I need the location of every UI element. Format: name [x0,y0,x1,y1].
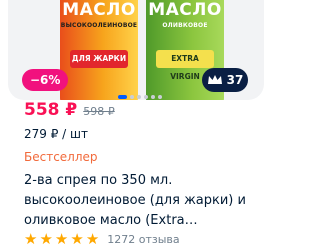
product-can-left: МАСЛО ВЫСОКООЛЕИНОВОЕ ДЛЯ ЖАРКИ [60,0,138,100]
crown-icon [207,75,222,84]
price-row: 558 ₽ 598 ₽ [24,100,115,120]
star-icon: ★ [85,230,100,248]
can-left-main-label: МАСЛО [62,0,136,20]
can-right-tag: EXTRA VIRGIN [156,50,214,81]
pagination-dot[interactable] [158,95,162,99]
star-icon: ★ [39,230,53,248]
crown-badge[interactable]: 37 [202,68,248,92]
product-title[interactable]: 2-ва спрея по 350 мл. высокоолеиновое (д… [24,171,260,231]
unit-price: 279 ₽ / шт [24,127,88,141]
star-icon: ★ [54,230,69,248]
can-right-main-label: МАСЛО [148,0,222,20]
current-price: 558 ₽ [24,100,78,120]
pagination-dot[interactable] [144,95,148,99]
pagination-dot[interactable] [118,95,127,99]
can-left-tag: ДЛЯ ЖАРКИ [70,50,128,68]
can-right-sub-label: ОЛИВКОВОЕ [162,22,208,29]
pagination-dot[interactable] [151,95,155,99]
rating-row[interactable]: ★ ★ ★ ★ ★ 1272 отзыва [24,232,180,247]
product-card[interactable]: МАСЛО ВЫСОКООЛЕИНОВОЕ ДЛЯ ЖАРКИ МАСЛО ОЛ… [0,0,272,247]
star-icon: ★ [24,230,38,248]
pagination-dot[interactable] [137,95,141,99]
crown-count: 37 [226,73,244,87]
can-left-sub-label: ВЫСОКООЛЕИНОВОЕ [60,22,138,29]
reviews-count[interactable]: 1272 отзыва [107,233,179,246]
pagination-dot[interactable] [130,95,134,99]
old-price: 598 ₽ [83,105,115,118]
discount-badge: −6% [22,69,69,91]
image-pagination[interactable] [118,95,162,99]
bestseller-label: Бестселлер [24,150,98,164]
star-icon: ★ [70,230,84,248]
